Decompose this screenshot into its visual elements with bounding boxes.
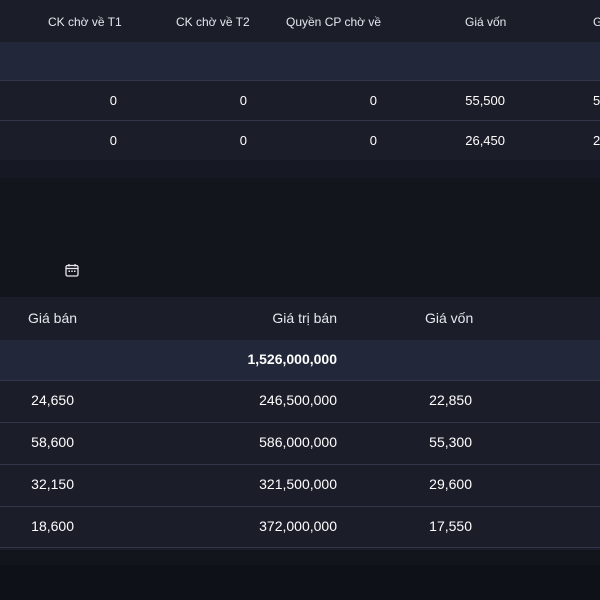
cell-ck-cho-ve-t2: 0 [239, 93, 247, 108]
col-header-truncated[interactable]: G [593, 15, 600, 29]
table-row[interactable]: 0 0 0 26,450 2 [0, 120, 600, 160]
total-gia-tri-ban: 1,526,000,000 [247, 351, 337, 367]
cell-ck-cho-ve-t1: 0 [109, 93, 117, 108]
sell-history-table: Giá bán Giá trị bán Giá vốn 1,526,000,00… [0, 297, 600, 550]
col-header-gia-ban[interactable]: Giá bán [28, 310, 77, 326]
cell-gia-von: 17,550 [429, 518, 472, 534]
cell-gia-tri-ban: 372,000,000 [259, 518, 337, 534]
cell-truncated: 5 [593, 93, 600, 108]
cell-gia-ban: 32,150 [31, 476, 74, 492]
table-row[interactable]: 32,150 321,500,000 29,600 [0, 464, 600, 506]
table-row[interactable]: 24,650 246,500,000 22,850 [0, 380, 600, 422]
table-bottom-border [0, 547, 600, 548]
col-header-gia-von[interactable]: Giá vốn [465, 15, 506, 29]
cell-gia-tri-ban: 246,500,000 [259, 392, 337, 408]
table-row[interactable]: 18,600 372,000,000 17,550 [0, 506, 600, 548]
col-header-gia-von[interactable]: Giá vốn [425, 310, 473, 326]
col-header-gia-tri-ban[interactable]: Giá trị bán [237, 310, 337, 326]
holdings-summary-row [0, 42, 600, 80]
cell-gia-von: 22,850 [429, 392, 472, 408]
section-divider [0, 160, 600, 178]
cell-gia-ban: 58,600 [31, 434, 74, 450]
sell-summary-row: 1,526,000,000 [0, 340, 600, 380]
cell-ck-cho-ve-t2: 0 [239, 133, 247, 148]
cell-gia-tri-ban: 321,500,000 [259, 476, 337, 492]
cell-truncated: 2 [593, 133, 600, 148]
cell-gia-ban: 24,650 [31, 392, 74, 408]
holdings-table-header: CK chờ về T1 CK chờ về T2 Quyền CP chờ v… [0, 0, 600, 42]
table-row[interactable]: 0 0 0 55,500 5 [0, 80, 600, 120]
cell-gia-ban: 18,600 [31, 518, 74, 534]
cell-gia-von: 55,300 [429, 434, 472, 450]
holdings-table: CK chờ về T1 CK chờ về T2 Quyền CP chờ v… [0, 0, 600, 160]
calendar-icon[interactable] [64, 262, 80, 278]
cell-ck-cho-ve-t1: 0 [109, 133, 117, 148]
cell-quyen-cp-cho-ve: 0 [369, 133, 377, 148]
col-header-ck-cho-ve-t2[interactable]: CK chờ về T2 [176, 15, 250, 29]
sell-table-header: Giá bán Giá trị bán Giá vốn [0, 297, 600, 340]
cell-gia-tri-ban: 586,000,000 [259, 434, 337, 450]
col-header-ck-cho-ve-t1[interactable]: CK chờ về T1 [48, 15, 122, 29]
col-header-quyen-cp-cho-ve[interactable]: Quyền CP chờ về [286, 15, 381, 29]
table-row[interactable]: 58,600 586,000,000 55,300 [0, 422, 600, 464]
cell-quyen-cp-cho-ve: 0 [369, 93, 377, 108]
cell-gia-von: 29,600 [429, 476, 472, 492]
cell-gia-von: 26,450 [465, 133, 505, 148]
footer-bar [0, 565, 600, 600]
cell-gia-von: 55,500 [465, 93, 505, 108]
